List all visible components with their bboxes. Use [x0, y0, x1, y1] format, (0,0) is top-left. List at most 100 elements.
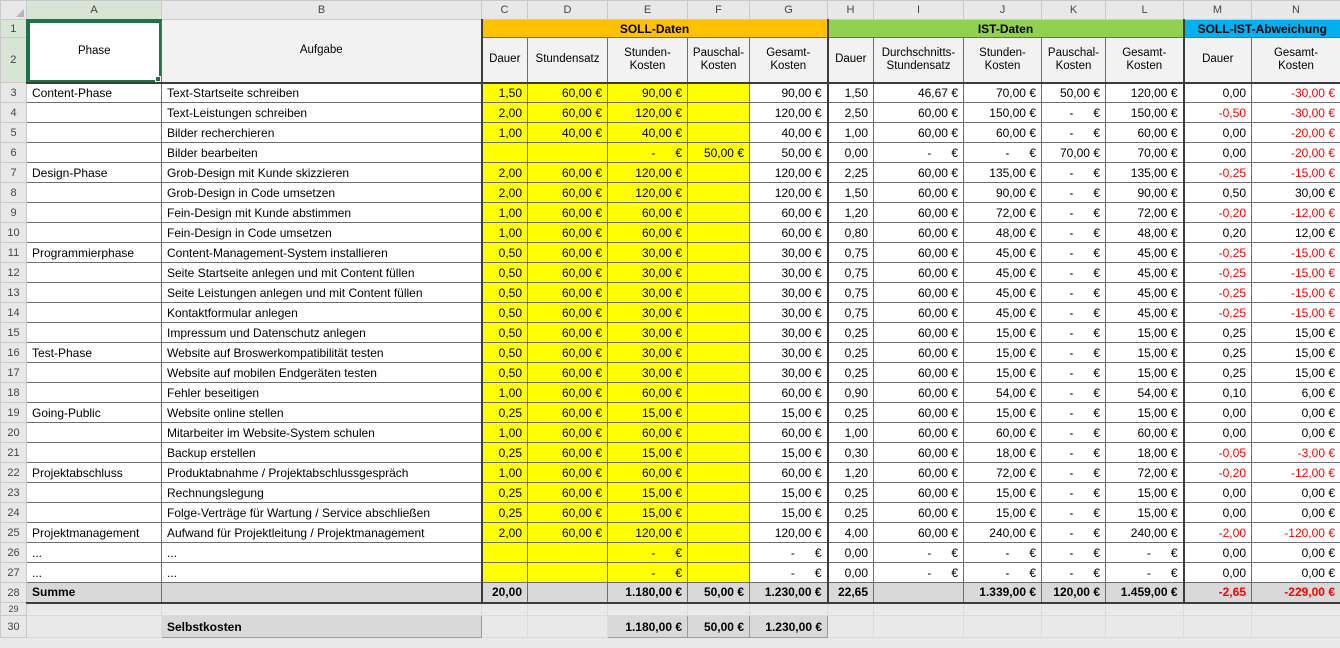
cell-C11[interactable]: 0,50	[482, 243, 528, 263]
cell-N21[interactable]: -3,00 €	[1252, 443, 1340, 463]
cell-G18[interactable]: 60,00 €	[750, 383, 828, 403]
row-header-6[interactable]: 6	[1, 143, 27, 163]
cell-B8[interactable]: Grob-Design in Code umsetzen	[162, 183, 482, 203]
cell-C19[interactable]: 0,25	[482, 403, 528, 423]
cell-F3[interactable]	[688, 83, 750, 103]
cell-H25[interactable]: 4,00	[828, 523, 874, 543]
cell-G21[interactable]: 15,00 €	[750, 443, 828, 463]
cell-M26[interactable]: 0,00	[1184, 543, 1252, 563]
cell-J26[interactable]: - €	[964, 543, 1042, 563]
cell-H5[interactable]: 1,00	[828, 123, 874, 143]
cell-B11[interactable]: Content-Management-System installieren	[162, 243, 482, 263]
cell-L3[interactable]: 120,00 €	[1106, 83, 1184, 103]
cell-J23[interactable]: 15,00 €	[964, 483, 1042, 503]
cell-F27[interactable]	[688, 563, 750, 583]
cell-M5[interactable]: 0,00	[1184, 123, 1252, 143]
cell-G8[interactable]: 120,00 €	[750, 183, 828, 203]
cell-G16[interactable]: 30,00 €	[750, 343, 828, 363]
cell-K20[interactable]: - €	[1042, 423, 1106, 443]
selection-fill-handle[interactable]	[155, 76, 161, 82]
cell-L30[interactable]	[1106, 616, 1184, 638]
cell-C12[interactable]: 0,50	[482, 263, 528, 283]
cell-I28[interactable]	[874, 583, 964, 603]
cell-L14[interactable]: 45,00 €	[1106, 303, 1184, 323]
section-header-soll-ist-abweichung[interactable]: SOLL-IST-Abweichung	[1184, 20, 1340, 38]
cell-L2-header[interactable]: Gesamt- Kosten	[1106, 38, 1184, 83]
cell-A18[interactable]	[27, 383, 162, 403]
cell-L15[interactable]: 15,00 €	[1106, 323, 1184, 343]
cell-D10[interactable]: 60,00 €	[528, 223, 608, 243]
cell-A7[interactable]: Design-Phase	[27, 163, 162, 183]
cell-E6[interactable]: - €	[608, 143, 688, 163]
cell-J16[interactable]: 15,00 €	[964, 343, 1042, 363]
cell-K26[interactable]: - €	[1042, 543, 1106, 563]
cell-M2-header[interactable]: Dauer	[1184, 38, 1252, 83]
cell-M6[interactable]: 0,00	[1184, 143, 1252, 163]
cell-C10[interactable]: 1,00	[482, 223, 528, 243]
cell-K8[interactable]: - €	[1042, 183, 1106, 203]
cell-N7[interactable]: -15,00 €	[1252, 163, 1340, 183]
cell-I14[interactable]: 60,00 €	[874, 303, 964, 323]
cell-H12[interactable]: 0,75	[828, 263, 874, 283]
cell-B29[interactable]	[162, 603, 482, 616]
cell-D17[interactable]: 60,00 €	[528, 363, 608, 383]
cell-A24[interactable]	[27, 503, 162, 523]
cell-N24[interactable]: 0,00 €	[1252, 503, 1340, 523]
cell-F14[interactable]	[688, 303, 750, 323]
cell-H15[interactable]: 0,25	[828, 323, 874, 343]
cell-F26[interactable]	[688, 543, 750, 563]
cell-A25[interactable]: Projektmanagement	[27, 523, 162, 543]
cell-E11[interactable]: 30,00 €	[608, 243, 688, 263]
cell-J7[interactable]: 135,00 €	[964, 163, 1042, 183]
column-header-M[interactable]: M	[1184, 1, 1252, 20]
column-header-N[interactable]: N	[1252, 1, 1340, 20]
cell-B28[interactable]	[162, 583, 482, 603]
cell-B3[interactable]: Text-Startseite schreiben	[162, 83, 482, 103]
cell-L12[interactable]: 45,00 €	[1106, 263, 1184, 283]
cell-C9[interactable]: 1,00	[482, 203, 528, 223]
cell-I15[interactable]: 60,00 €	[874, 323, 964, 343]
cell-J10[interactable]: 48,00 €	[964, 223, 1042, 243]
cell-F7[interactable]	[688, 163, 750, 183]
cell-L9[interactable]: 72,00 €	[1106, 203, 1184, 223]
cell-F10[interactable]	[688, 223, 750, 243]
row-header-9[interactable]: 9	[1, 203, 27, 223]
cell-C13[interactable]: 0,50	[482, 283, 528, 303]
cell-F15[interactable]	[688, 323, 750, 343]
cell-E4[interactable]: 120,00 €	[608, 103, 688, 123]
cell-C21[interactable]: 0,25	[482, 443, 528, 463]
cell-D2-header[interactable]: Stundensatz	[528, 38, 608, 83]
cell-C20[interactable]: 1,00	[482, 423, 528, 443]
cell-H27[interactable]: 0,00	[828, 563, 874, 583]
cell-K4[interactable]: - €	[1042, 103, 1106, 123]
cell-E16[interactable]: 30,00 €	[608, 343, 688, 363]
cell-H9[interactable]: 1,20	[828, 203, 874, 223]
cell-I9[interactable]: 60,00 €	[874, 203, 964, 223]
column-header-A[interactable]: A	[27, 1, 162, 20]
cell-A17[interactable]	[27, 363, 162, 383]
cell-N25[interactable]: -120,00 €	[1252, 523, 1340, 543]
cell-N10[interactable]: 12,00 €	[1252, 223, 1340, 243]
cell-K6[interactable]: 70,00 €	[1042, 143, 1106, 163]
cell-B5[interactable]: Bilder recherchieren	[162, 123, 482, 143]
cell-H30[interactable]	[828, 616, 874, 638]
column-header-H[interactable]: H	[828, 1, 874, 20]
cell-B24[interactable]: Folge-Verträge für Wartung / Service abs…	[162, 503, 482, 523]
cell-A12[interactable]	[27, 263, 162, 283]
cell-G22[interactable]: 60,00 €	[750, 463, 828, 483]
cell-L28[interactable]: 1.459,00 €	[1106, 583, 1184, 603]
cell-B18[interactable]: Fehler beseitigen	[162, 383, 482, 403]
cell-H22[interactable]: 1,20	[828, 463, 874, 483]
section-header-soll-daten[interactable]: SOLL-Daten	[482, 20, 828, 38]
cell-C17[interactable]: 0,50	[482, 363, 528, 383]
cell-N27[interactable]: 0,00 €	[1252, 563, 1340, 583]
cell-M21[interactable]: -0,05	[1184, 443, 1252, 463]
cell-G3[interactable]: 90,00 €	[750, 83, 828, 103]
cell-C18[interactable]: 1,00	[482, 383, 528, 403]
cell-E10[interactable]: 60,00 €	[608, 223, 688, 243]
cell-J24[interactable]: 15,00 €	[964, 503, 1042, 523]
cell-N30[interactable]	[1252, 616, 1340, 638]
cell-F21[interactable]	[688, 443, 750, 463]
cell-I11[interactable]: 60,00 €	[874, 243, 964, 263]
cell-D14[interactable]: 60,00 €	[528, 303, 608, 323]
